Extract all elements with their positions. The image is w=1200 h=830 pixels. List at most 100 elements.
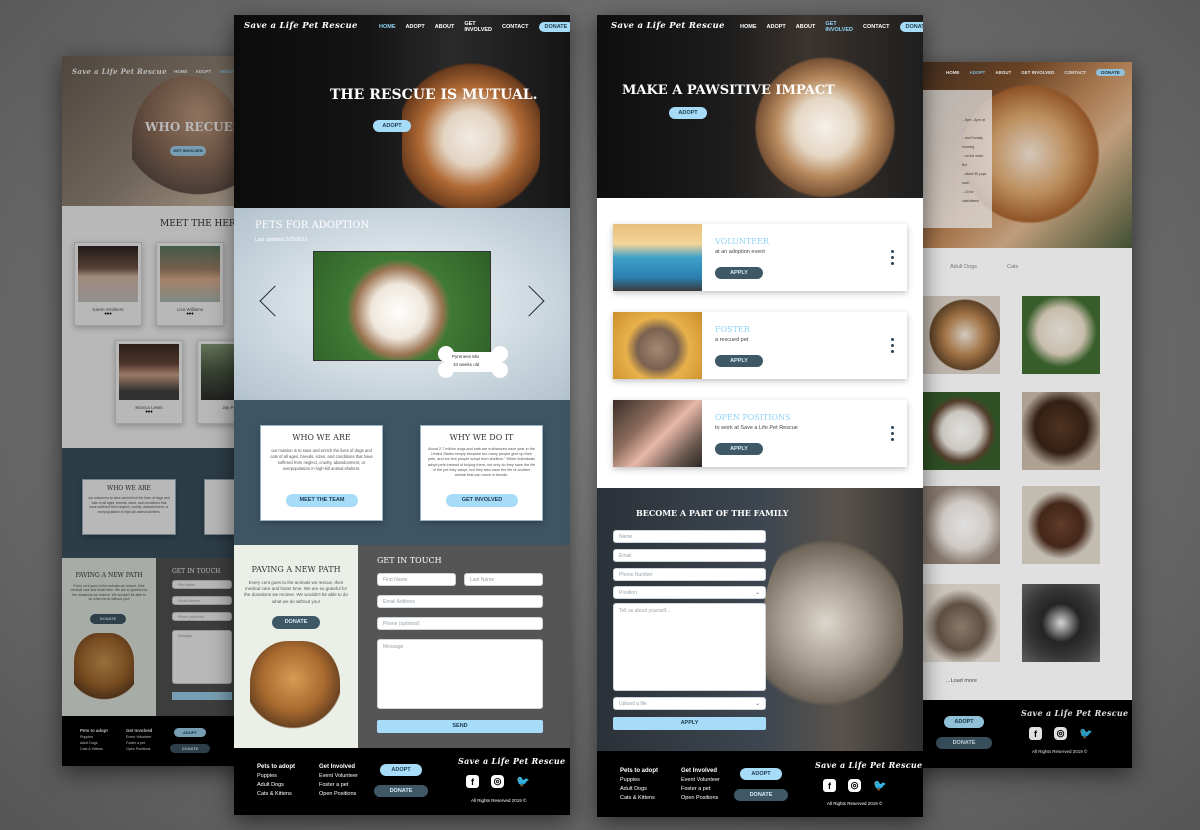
- nav-home[interactable]: HOME: [946, 70, 960, 75]
- more-dots[interactable]: •••: [157, 311, 223, 318]
- footer-link[interactable]: Foster a pet: [681, 785, 720, 794]
- position-select[interactable]: Position ⌄: [613, 586, 766, 599]
- nav-get-involved[interactable]: GET INVOLVED: [1021, 70, 1054, 75]
- nav-home[interactable]: HOME: [740, 24, 757, 30]
- donate-button[interactable]: DONATE: [90, 614, 126, 624]
- footer-link[interactable]: Puppies: [620, 776, 658, 785]
- footer-donate-button[interactable]: DONATE: [936, 737, 992, 749]
- twitter-icon[interactable]: 🐦: [873, 779, 887, 792]
- footer-link[interactable]: Open Positions: [681, 794, 720, 803]
- last-name-input[interactable]: Last Name: [464, 573, 543, 586]
- message-input[interactable]: Message: [377, 639, 543, 709]
- nav-about[interactable]: ABOUT: [796, 24, 816, 30]
- footer-link[interactable]: Cats & Kittens: [80, 746, 108, 752]
- more-dots[interactable]: •••: [75, 311, 141, 318]
- footer-link[interactable]: Adult Dogs: [620, 785, 658, 794]
- nav-home[interactable]: HOME: [379, 24, 396, 30]
- more-options-icon[interactable]: [891, 426, 894, 441]
- first-name-input[interactable]: First Name: [172, 580, 232, 589]
- instagram-icon[interactable]: ◎: [1054, 727, 1067, 740]
- more-dots[interactable]: •••: [116, 409, 182, 416]
- facebook-icon[interactable]: f: [823, 779, 836, 792]
- nav-get-involved[interactable]: GET INVOLVED: [825, 21, 853, 33]
- instagram-icon[interactable]: ◎: [848, 779, 861, 792]
- nav-about[interactable]: ABOUT: [219, 69, 235, 74]
- pet-tile[interactable]: [922, 486, 1000, 564]
- tab-adult-dogs[interactable]: Adult Dogs: [950, 264, 977, 270]
- apply-button[interactable]: APPLY: [715, 355, 763, 367]
- apply-submit-button[interactable]: APPLY: [613, 717, 766, 730]
- nav-contact[interactable]: CONTACT: [1064, 70, 1086, 75]
- upload-select[interactable]: Upload a file ⌄: [613, 697, 766, 710]
- footer-link[interactable]: Adult Dogs: [257, 781, 295, 790]
- footer-adopt-button[interactable]: ADOPT: [740, 768, 782, 780]
- nav-about[interactable]: ABOUT: [995, 70, 1011, 75]
- get-involved-button[interactable]: GET INVOLVED: [170, 146, 206, 156]
- nav-home[interactable]: HOME: [174, 69, 188, 74]
- message-input[interactable]: Message: [172, 630, 232, 684]
- email-input[interactable]: Email Address: [377, 595, 543, 608]
- get-involved-button[interactable]: GET INVOLVED: [446, 494, 518, 507]
- nav-adopt[interactable]: ADOPT: [970, 70, 986, 75]
- nav-donate-button[interactable]: DONATE: [538, 22, 570, 32]
- footer-link[interactable]: Cats & Kittens: [620, 794, 658, 803]
- apply-button[interactable]: APPLY: [715, 443, 763, 455]
- facebook-icon[interactable]: f: [466, 775, 479, 788]
- email-input[interactable]: Email: [613, 549, 766, 562]
- message-input[interactable]: Tell us about yourself...: [613, 603, 766, 691]
- hero-card[interactable]: Karen Smithers •••: [74, 242, 142, 326]
- footer-link[interactable]: Event Volunteer: [681, 776, 720, 785]
- phone-input[interactable]: Phone Number: [613, 568, 766, 581]
- instagram-icon[interactable]: ◎: [491, 775, 504, 788]
- more-options-icon[interactable]: [891, 338, 894, 353]
- nav-adopt[interactable]: ADOPT: [196, 69, 212, 74]
- send-button[interactable]: [172, 692, 232, 700]
- apply-button[interactable]: APPLY: [715, 267, 763, 279]
- footer-link[interactable]: Foster a pet: [319, 781, 358, 790]
- phone-input[interactable]: Phone (optional): [172, 612, 232, 621]
- more-options-icon[interactable]: [891, 250, 894, 265]
- pet-tile[interactable]: [1022, 392, 1100, 470]
- footer-donate-button[interactable]: DONATE: [374, 785, 428, 797]
- nav-donate-button[interactable]: DONATE: [1096, 69, 1125, 76]
- load-more-link[interactable]: ...Load more: [946, 678, 977, 684]
- phone-input[interactable]: Phone (optional): [377, 617, 543, 630]
- tab-cats[interactable]: Cats: [1007, 264, 1018, 270]
- adopt-button[interactable]: ADOPT: [669, 107, 707, 119]
- pet-tile[interactable]: [1022, 296, 1100, 374]
- footer-link[interactable]: Puppies: [257, 772, 295, 781]
- carousel-prev-icon[interactable]: [259, 285, 291, 317]
- nav-adopt[interactable]: ADOPT: [406, 24, 425, 30]
- footer-link[interactable]: Open Positions: [126, 746, 152, 752]
- facebook-icon[interactable]: f: [1029, 727, 1042, 740]
- footer-link[interactable]: Event Volunteer: [319, 772, 358, 781]
- nav-about[interactable]: ABOUT: [435, 24, 455, 30]
- twitter-icon[interactable]: 🐦: [1079, 727, 1093, 740]
- twitter-icon[interactable]: 🐦: [516, 775, 530, 788]
- nav-adopt[interactable]: ADOPT: [767, 24, 786, 30]
- footer-link[interactable]: Open Positions: [319, 790, 358, 799]
- pet-tile[interactable]: [922, 296, 1000, 374]
- footer-adopt-button[interactable]: ADOPT: [944, 716, 984, 728]
- adopt-button[interactable]: ADOPT: [373, 120, 411, 132]
- footer-link[interactable]: Cats & Kittens: [257, 790, 295, 799]
- send-button[interactable]: SEND: [377, 720, 543, 733]
- email-input[interactable]: Email Address: [172, 596, 232, 605]
- hero-card[interactable]: Lisa Williams •••: [156, 242, 224, 326]
- pet-tile[interactable]: [922, 392, 1000, 470]
- nav-get-involved[interactable]: GET INVOLVED: [464, 21, 492, 33]
- meet-the-team-button[interactable]: MEET THE TEAM: [286, 494, 358, 507]
- footer-adopt-button[interactable]: ADOPT: [380, 764, 422, 776]
- nav-contact[interactable]: CONTACT: [502, 24, 528, 30]
- pet-tile[interactable]: [1022, 584, 1100, 662]
- footer-adopt-button[interactable]: ADOPT: [174, 728, 206, 737]
- nav-donate-button[interactable]: DONATE: [899, 22, 923, 32]
- pet-tile[interactable]: [1022, 486, 1100, 564]
- name-input[interactable]: Name: [613, 530, 766, 543]
- donate-button[interactable]: DONATE: [272, 616, 320, 629]
- carousel-next-icon[interactable]: [513, 285, 545, 317]
- pet-tile[interactable]: [922, 584, 1000, 662]
- footer-donate-button[interactable]: DONATE: [170, 744, 210, 753]
- footer-donate-button[interactable]: DONATE: [734, 789, 788, 801]
- hero-card[interactable]: Monica Lewis •••: [115, 340, 183, 424]
